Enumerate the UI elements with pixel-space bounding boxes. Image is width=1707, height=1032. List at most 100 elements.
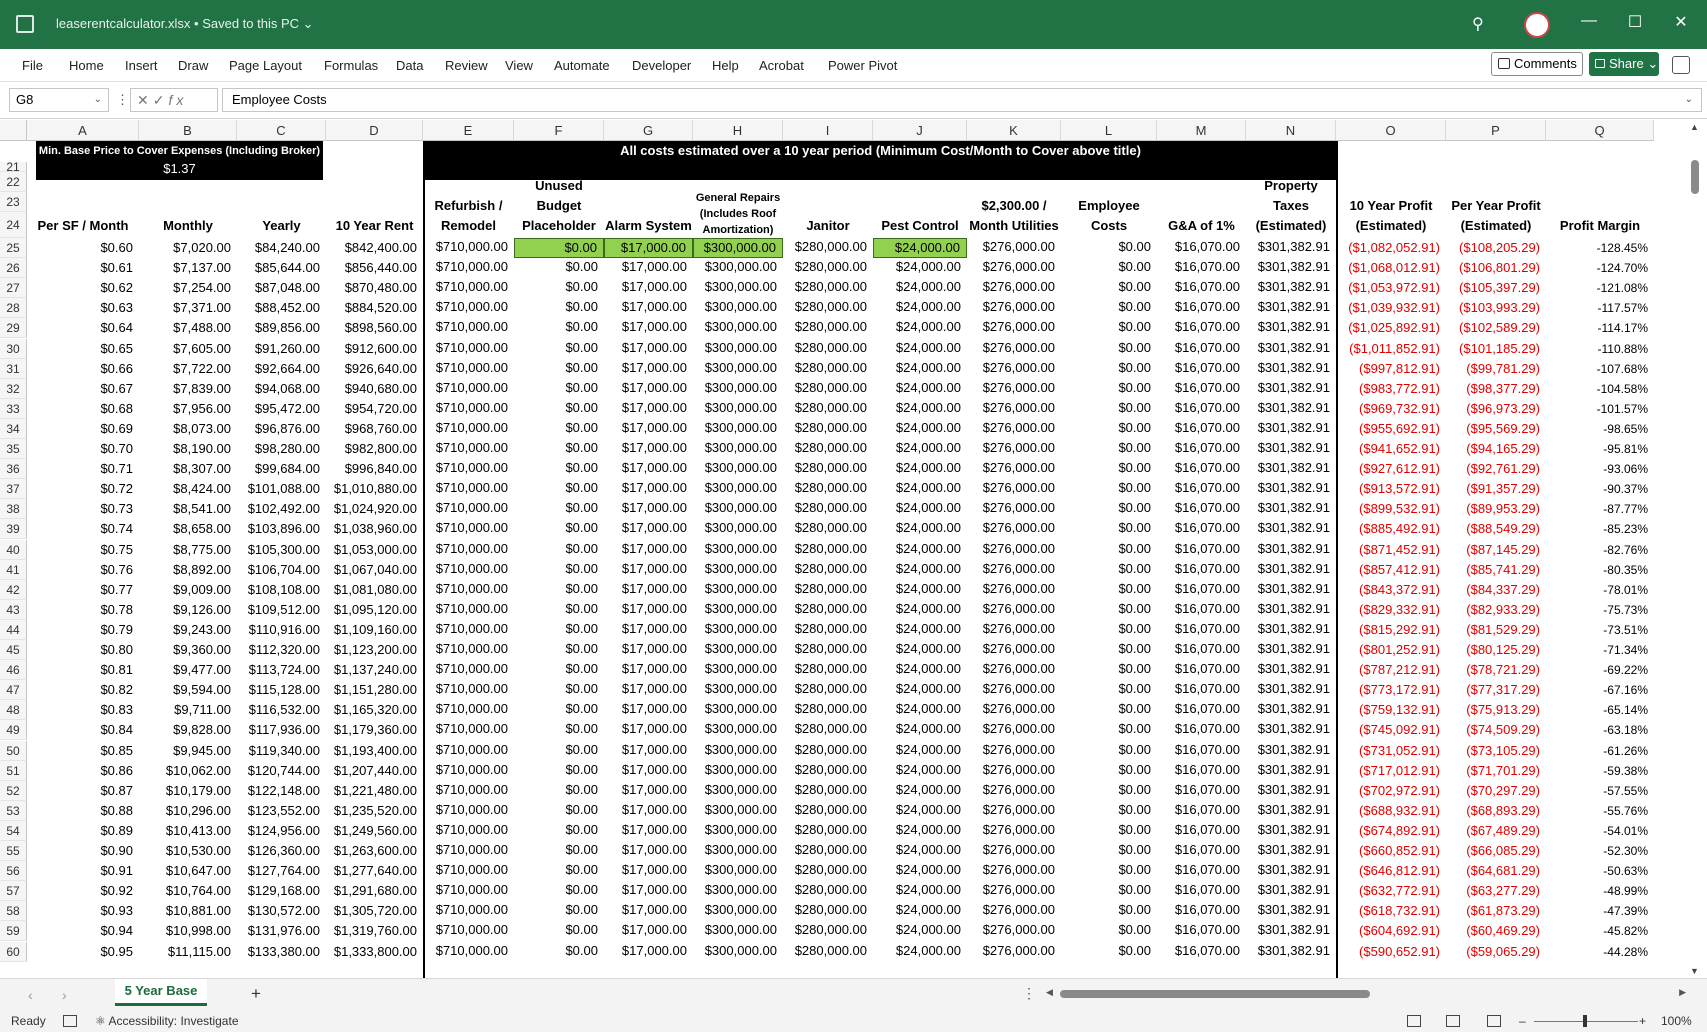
cell-a[interactable]: $0.86 bbox=[27, 761, 139, 781]
cell-o[interactable]: ($969,732.91) bbox=[1336, 399, 1446, 419]
column-header-p[interactable]: P bbox=[1446, 120, 1546, 141]
menu-data[interactable]: Data bbox=[396, 58, 423, 73]
cell-a[interactable]: $0.66 bbox=[27, 359, 139, 379]
cell-a[interactable]: $0.74 bbox=[27, 519, 139, 539]
cell-k[interactable]: $276,000.00 bbox=[967, 921, 1061, 941]
cell-j[interactable]: $24,000.00 bbox=[873, 720, 967, 740]
cell-m[interactable]: $16,070.00 bbox=[1157, 921, 1246, 941]
cell-d[interactable]: $898,560.00 bbox=[326, 318, 423, 338]
cell-m[interactable]: $16,070.00 bbox=[1157, 439, 1246, 459]
cell-p[interactable]: ($73,105.29) bbox=[1446, 741, 1546, 761]
sheet-tab-5-year-base[interactable]: 5 Year Base bbox=[115, 979, 207, 1006]
cell-q[interactable]: -75.73% bbox=[1546, 600, 1654, 620]
cell-h[interactable]: $300,000.00 bbox=[693, 700, 783, 720]
cell-k[interactable]: $276,000.00 bbox=[967, 399, 1061, 419]
cell-i[interactable]: $280,000.00 bbox=[783, 499, 873, 519]
cell-m[interactable]: $16,070.00 bbox=[1157, 238, 1246, 258]
cell-o[interactable]: ($955,692.91) bbox=[1336, 419, 1446, 439]
cell-j[interactable]: $24,000.00 bbox=[873, 459, 967, 479]
cell-i[interactable]: $280,000.00 bbox=[783, 439, 873, 459]
cell-i[interactable]: $280,000.00 bbox=[783, 761, 873, 781]
cell-d[interactable]: $1,024,920.00 bbox=[326, 499, 423, 519]
cell-e[interactable]: $710,000.00 bbox=[423, 258, 514, 278]
cell-i[interactable]: $280,000.00 bbox=[783, 700, 873, 720]
cell-h[interactable]: $300,000.00 bbox=[693, 278, 783, 298]
cell-n[interactable]: $301,382.91 bbox=[1246, 620, 1336, 640]
cell-l[interactable]: $0.00 bbox=[1061, 761, 1157, 781]
select-all-corner[interactable] bbox=[0, 120, 27, 141]
cell-i[interactable]: $280,000.00 bbox=[783, 560, 873, 580]
cell-p[interactable]: ($94,165.29) bbox=[1446, 439, 1546, 459]
cell-b[interactable]: $9,009.00 bbox=[139, 580, 237, 600]
cell-p[interactable]: ($103,993.29) bbox=[1446, 298, 1546, 318]
cell-e[interactable]: $710,000.00 bbox=[423, 861, 514, 881]
cell-l[interactable]: $0.00 bbox=[1061, 841, 1157, 861]
cell-d[interactable]: $940,680.00 bbox=[326, 379, 423, 399]
cell-d[interactable]: $1,193,400.00 bbox=[326, 741, 423, 761]
cell-l[interactable]: $0.00 bbox=[1061, 540, 1157, 560]
cell-o[interactable]: ($646,812.91) bbox=[1336, 861, 1446, 881]
cell-b[interactable]: $7,020.00 bbox=[139, 238, 237, 258]
cell-p[interactable]: ($98,377.29) bbox=[1446, 379, 1546, 399]
cell-c[interactable]: $122,148.00 bbox=[237, 781, 326, 801]
cell-f[interactable]: $0.00 bbox=[514, 459, 604, 479]
cell-n[interactable]: $301,382.91 bbox=[1246, 479, 1336, 499]
cell-p[interactable]: ($81,529.29) bbox=[1446, 620, 1546, 640]
cancel-icon[interactable]: ✕ bbox=[137, 92, 153, 108]
cell-d[interactable]: $1,263,600.00 bbox=[326, 841, 423, 861]
cell-j[interactable]: $24,000.00 bbox=[873, 942, 967, 962]
cell-f[interactable]: $0.00 bbox=[514, 881, 604, 901]
cell-c[interactable]: $113,724.00 bbox=[237, 660, 326, 680]
cell-h[interactable]: $300,000.00 bbox=[693, 419, 783, 439]
cell-e[interactable]: $710,000.00 bbox=[423, 660, 514, 680]
cell-l[interactable]: $0.00 bbox=[1061, 318, 1157, 338]
cell-o[interactable]: ($843,372.91) bbox=[1336, 580, 1446, 600]
enter-icon[interactable]: ✓ bbox=[153, 92, 169, 108]
cell-o[interactable]: ($773,172.91) bbox=[1336, 680, 1446, 700]
cell-m[interactable]: $16,070.00 bbox=[1157, 901, 1246, 921]
menu-power-pivot[interactable]: Power Pivot bbox=[828, 58, 897, 73]
name-box[interactable]: G8 ⌄ bbox=[9, 88, 109, 112]
cell-b[interactable]: $8,190.00 bbox=[139, 439, 237, 459]
column-title[interactable]: Employee Costs bbox=[1061, 180, 1157, 236]
cell-k[interactable]: $276,000.00 bbox=[967, 600, 1061, 620]
cell-n[interactable]: $301,382.91 bbox=[1246, 379, 1336, 399]
cell-f[interactable]: $0.00 bbox=[514, 781, 604, 801]
normal-view-icon[interactable] bbox=[1407, 1015, 1421, 1027]
column-title[interactable]: Alarm System bbox=[604, 180, 693, 236]
cell-g[interactable]: $17,000.00 bbox=[604, 359, 693, 379]
cell-a[interactable]: $0.75 bbox=[27, 540, 139, 560]
cell-a[interactable]: $0.88 bbox=[27, 801, 139, 821]
cell-p[interactable]: ($84,337.29) bbox=[1446, 580, 1546, 600]
cell-q[interactable]: -55.76% bbox=[1546, 801, 1654, 821]
cell-g[interactable]: $17,000.00 bbox=[604, 459, 693, 479]
cell-q[interactable]: -73.51% bbox=[1546, 620, 1654, 640]
cell-c[interactable]: $112,320.00 bbox=[237, 640, 326, 660]
cell-n[interactable]: $301,382.91 bbox=[1246, 680, 1336, 700]
cell-j[interactable]: $24,000.00 bbox=[873, 318, 967, 338]
menu-file[interactable]: File bbox=[22, 58, 43, 73]
cell-k[interactable]: $276,000.00 bbox=[967, 942, 1061, 962]
cell-o[interactable]: ($941,652.91) bbox=[1336, 439, 1446, 459]
cell-d[interactable]: $1,333,800.00 bbox=[326, 942, 423, 962]
cell-j[interactable]: $24,000.00 bbox=[873, 781, 967, 801]
cell-q[interactable]: -52.30% bbox=[1546, 841, 1654, 861]
cell-e[interactable]: $710,000.00 bbox=[423, 801, 514, 821]
cell-i[interactable]: $280,000.00 bbox=[783, 640, 873, 660]
cell-p[interactable]: ($87,145.29) bbox=[1446, 540, 1546, 560]
cell-p[interactable]: ($91,357.29) bbox=[1446, 479, 1546, 499]
column-title[interactable]: Janitor bbox=[783, 180, 873, 236]
cell-k[interactable]: $276,000.00 bbox=[967, 278, 1061, 298]
cell-i[interactable]: $280,000.00 bbox=[783, 339, 873, 359]
cell-m[interactable]: $16,070.00 bbox=[1157, 881, 1246, 901]
cell-l[interactable]: $0.00 bbox=[1061, 801, 1157, 821]
cell-b[interactable]: $9,945.00 bbox=[139, 741, 237, 761]
cell-m[interactable]: $16,070.00 bbox=[1157, 660, 1246, 680]
cell-m[interactable]: $16,070.00 bbox=[1157, 519, 1246, 539]
cell-n[interactable]: $301,382.91 bbox=[1246, 560, 1336, 580]
cell-i[interactable]: $280,000.00 bbox=[783, 379, 873, 399]
cell-q[interactable]: -101.57% bbox=[1546, 399, 1654, 419]
cell-f[interactable]: $0.00 bbox=[514, 419, 604, 439]
cell-a[interactable]: $0.84 bbox=[27, 720, 139, 740]
cell-n[interactable]: $301,382.91 bbox=[1246, 278, 1336, 298]
